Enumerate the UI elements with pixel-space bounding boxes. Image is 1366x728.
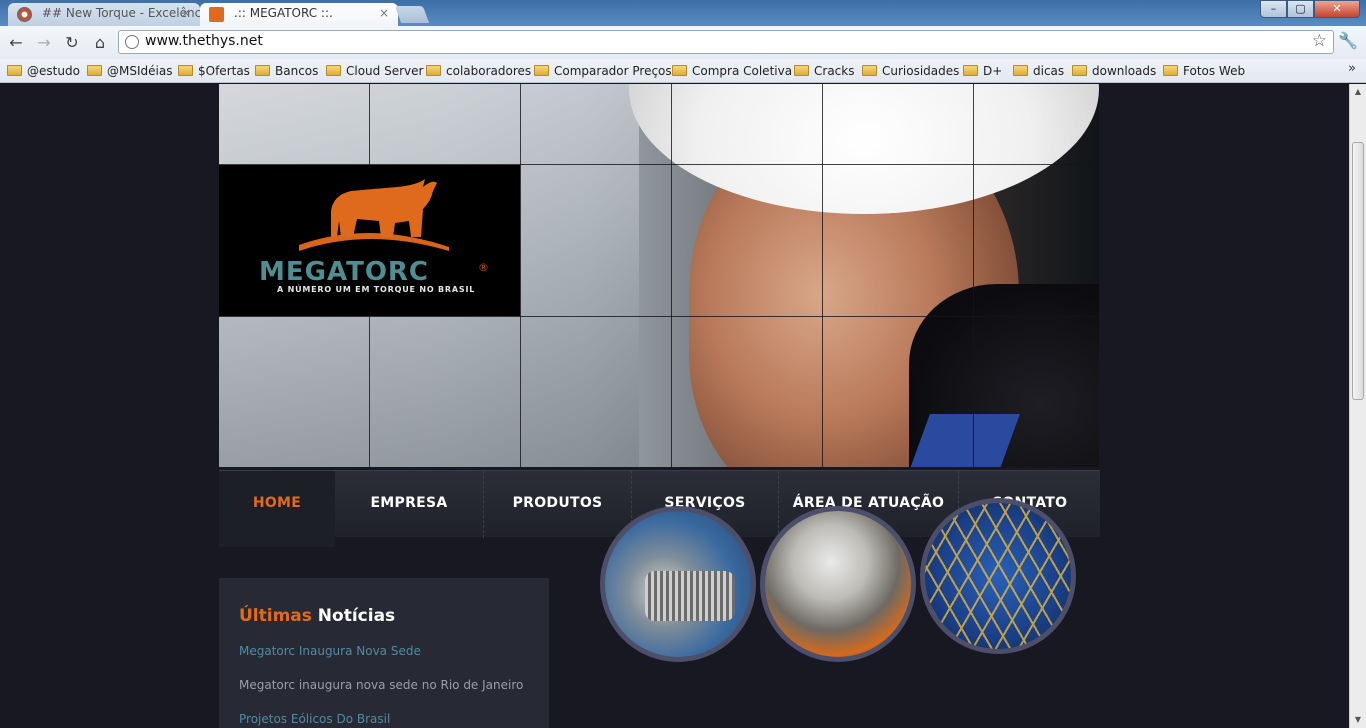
bookmark-label: Fotos Web — [1183, 64, 1246, 78]
bookmark-label: colaboradores — [446, 64, 532, 78]
forward-arrow-icon[interactable]: → — [33, 32, 55, 54]
bookmark-folder[interactable]: Fotos Web — [1163, 62, 1245, 80]
news-heading-highlight: Últimas — [239, 606, 312, 626]
folder-icon — [963, 65, 978, 76]
window-controls: – ▢ ✕ — [1260, 0, 1360, 18]
tower-lattice — [925, 503, 1071, 649]
bookmark-folder[interactable]: Bancos — [255, 62, 318, 80]
logo-wordmark: MEGATORC — [259, 257, 430, 287]
close-window-button[interactable]: ✕ — [1314, 0, 1360, 18]
folder-icon — [87, 65, 102, 76]
page-viewport: MEGATORC ® A NÚMERO UM EM TORQUE NO BRAS… — [0, 84, 1349, 728]
bookmark-folder[interactable]: Comparador Preços — [534, 62, 672, 80]
bookmark-folder[interactable]: Curiosidades — [862, 62, 959, 80]
folder-icon — [326, 65, 341, 76]
nav-empresa[interactable]: EMPRESA — [335, 471, 484, 538]
news-heading-rest: Notícias — [311, 606, 396, 626]
tab-close-icon[interactable]: × — [379, 3, 389, 24]
tab-title: ## New Torque - Excelência — [42, 6, 200, 20]
folder-icon — [1013, 65, 1028, 76]
bookmark-folder[interactable]: D+ — [963, 62, 1002, 80]
vertical-scrollbar[interactable]: ▲ ▼ — [1349, 84, 1366, 728]
bookmark-label: @MSIdéias — [107, 64, 173, 78]
bookmark-label: downloads — [1092, 64, 1157, 78]
grid-line — [671, 84, 672, 467]
grid-line — [520, 84, 521, 467]
megatorc-logo[interactable]: MEGATORC ® A NÚMERO UM EM TORQUE NO BRAS… — [219, 165, 520, 316]
bookmark-folder[interactable]: Cloud Server — [326, 62, 423, 80]
browser-tab-megatorc[interactable]: .:: MEGATORC ::. × — [200, 3, 398, 26]
news-panel: Últimas Notícias Megatorc Inaugura Nova … — [219, 578, 549, 728]
bookmark-folder[interactable]: @estudo — [7, 62, 80, 80]
tab-title: .:: MEGATORC ::. — [234, 6, 333, 20]
news-headline-link[interactable]: Projetos Eólicos Do Brasil — [239, 712, 390, 726]
folder-icon — [255, 65, 270, 76]
home-icon[interactable]: ⌂ — [89, 32, 111, 54]
bookmark-label: $Ofertas — [198, 64, 250, 78]
grid-line — [219, 316, 1099, 317]
bookmark-folder[interactable]: downloads — [1072, 62, 1156, 80]
news-summary: Megatorc inaugura nova sede no Rio de Ja… — [239, 678, 524, 692]
browser-toolbar: ← → ↻ ⌂ www.thethys.net ☆ 🔧 — [0, 26, 1366, 59]
folder-icon — [1072, 65, 1087, 76]
new-tab-button[interactable] — [394, 6, 430, 23]
address-bar[interactable]: www.thethys.net ☆ — [118, 30, 1334, 54]
folder-icon — [794, 65, 809, 76]
bookmark-folder[interactable]: Cracks — [794, 62, 854, 80]
scroll-down-icon[interactable]: ▼ — [1350, 712, 1366, 728]
bookmark-label: Curiosidades — [882, 64, 960, 78]
nav-home[interactable]: HOME — [219, 471, 335, 547]
bookmark-label: D+ — [983, 64, 1003, 78]
tab-close-icon[interactable]: × — [181, 3, 191, 24]
site-favicon-icon — [209, 7, 224, 22]
bookmark-folder[interactable]: dicas — [1013, 62, 1064, 80]
news-headline-link[interactable]: Megatorc Inaugura Nova Sede — [239, 644, 421, 658]
globe-icon — [125, 35, 139, 49]
turbine-photo[interactable] — [600, 506, 756, 662]
bookmark-label: @estudo — [27, 64, 80, 78]
turbine-blades — [645, 571, 735, 621]
bookmarks-overflow-button[interactable]: » — [1348, 61, 1356, 76]
scroll-up-icon[interactable]: ▲ — [1350, 84, 1366, 100]
bookmark-label: Compra Coletiva — [692, 64, 793, 78]
hard-hat-image — [629, 84, 1099, 214]
folder-icon — [178, 65, 193, 76]
folder-icon — [534, 65, 549, 76]
back-arrow-icon[interactable]: ← — [5, 32, 27, 54]
site-favicon-icon — [17, 7, 32, 22]
wrench-menu-icon[interactable]: 🔧 — [1338, 31, 1358, 50]
folder-icon — [862, 65, 877, 76]
maximize-button[interactable]: ▢ — [1287, 0, 1314, 18]
tab-bar: ## New Torque - Excelência × .:: MEGATOR… — [0, 0, 1366, 26]
folder-icon — [426, 65, 441, 76]
bookmark-label: dicas — [1033, 64, 1065, 78]
url-text[interactable]: www.thethys.net — [145, 33, 263, 49]
registered-mark: ® — [478, 261, 489, 274]
minimize-button[interactable]: – — [1260, 0, 1287, 18]
bookmark-star-icon[interactable]: ☆ — [1312, 31, 1327, 51]
logo-tagline: A NÚMERO UM EM TORQUE NO BRASIL — [277, 285, 476, 294]
folder-icon — [672, 65, 687, 76]
bookmark-label: Bancos — [275, 64, 319, 78]
grid-line — [973, 84, 974, 467]
bookmark-folder[interactable]: Compra Coletiva — [672, 62, 792, 80]
bookmarks-bar: @estudo @MSIdéias $Ofertas Bancos Cloud … — [0, 59, 1366, 83]
folder-icon — [7, 65, 22, 76]
scroll-thumb[interactable] — [1352, 142, 1364, 400]
propeller-photo[interactable] — [760, 506, 916, 662]
nav-produtos[interactable]: PRODUTOS — [484, 471, 632, 538]
bookmark-folder[interactable]: colaboradores — [426, 62, 531, 80]
bookmark-label: Comparador Preços — [554, 64, 672, 78]
folder-icon — [1163, 65, 1178, 76]
bookmark-label: Cracks — [814, 64, 855, 78]
wind-tower-photo[interactable] — [920, 498, 1076, 654]
bookmark-label: Cloud Server — [346, 64, 424, 78]
reload-icon[interactable]: ↻ — [61, 32, 83, 54]
browser-tab-newtorque[interactable]: ## New Torque - Excelência × — [8, 3, 200, 26]
grid-line — [822, 84, 823, 467]
bookmark-folder[interactable]: @MSIdéias — [87, 62, 172, 80]
news-heading: Últimas Notícias — [239, 606, 395, 626]
bookmark-folder[interactable]: $Ofertas — [178, 62, 250, 80]
